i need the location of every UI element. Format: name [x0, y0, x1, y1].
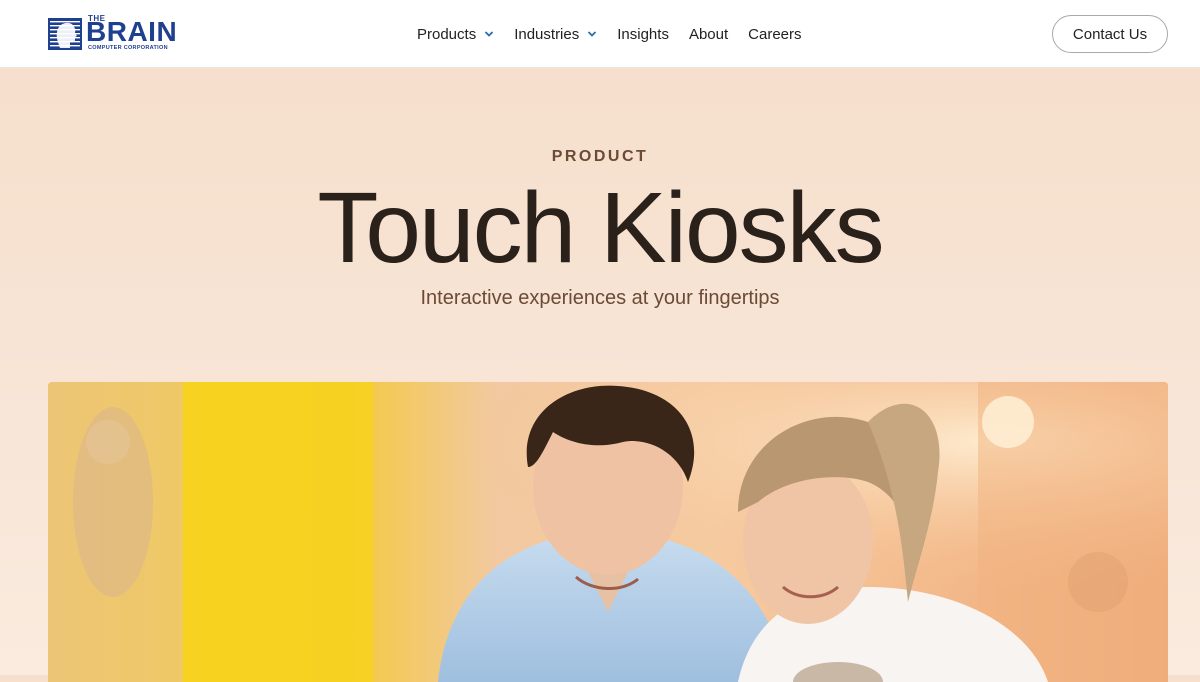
logo-subtitle: COMPUTER CORPORATION — [88, 45, 168, 51]
main-nav: Products Industries Insights About Caree… — [417, 22, 802, 46]
nav-careers[interactable]: Careers — [748, 26, 801, 43]
nav-industries-label: Industries — [514, 25, 580, 43]
hero-eyebrow: PRODUCT — [551, 148, 649, 165]
brain-head-icon — [48, 18, 82, 50]
site-header: THE BRAIN COMPUTER CORPORATION Products … — [0, 0, 1200, 68]
nav-insights-label: Insights — [617, 25, 669, 43]
hero-subtitle: Interactive experiences at your fingerti… — [420, 287, 780, 309]
nav-about[interactable]: About — [689, 26, 728, 43]
logo-brain-text: BRAIN — [86, 16, 178, 47]
nav-about-label: About — [688, 25, 729, 43]
brand-logo[interactable]: THE BRAIN COMPUTER CORPORATION — [48, 14, 208, 54]
nav-careers-label: Careers — [748, 25, 802, 43]
couple-using-kiosk-photo — [48, 382, 1168, 682]
nav-products[interactable]: Products — [417, 26, 494, 43]
contact-us-button[interactable]: Contact Us — [1052, 15, 1168, 53]
nav-industries[interactable]: Industries — [514, 26, 597, 43]
hero-section: PRODUCT Touch Kiosks Interactive experie… — [0, 68, 1200, 682]
chevron-down-icon — [588, 31, 597, 37]
page-title: Touch Kiosks — [317, 172, 884, 284]
hero-image — [48, 382, 1168, 682]
nav-products-label: Products — [417, 25, 477, 43]
nav-insights[interactable]: Insights — [617, 26, 669, 43]
chevron-down-icon — [485, 31, 494, 37]
